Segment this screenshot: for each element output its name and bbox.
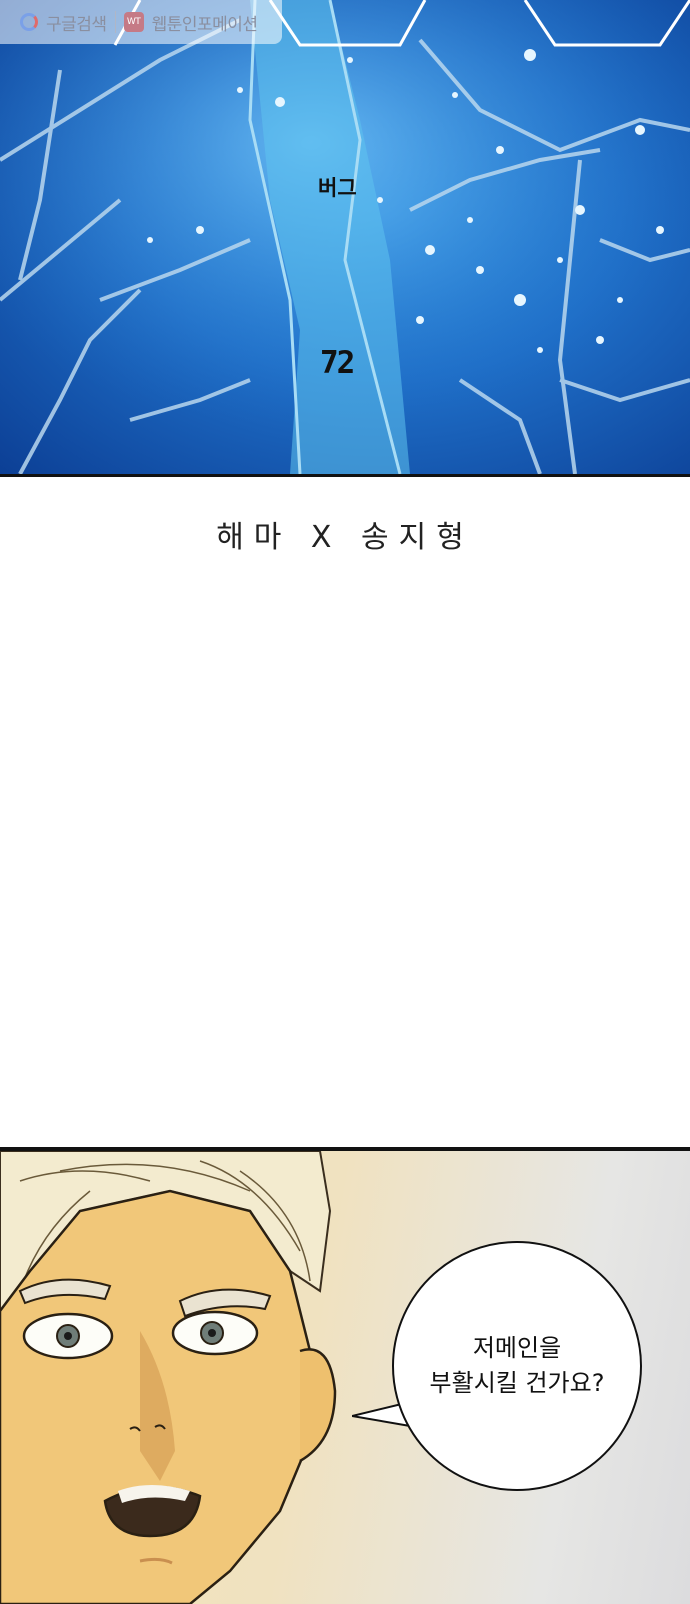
crystal-illustration — [0, 0, 690, 474]
google-icon — [20, 13, 38, 31]
speech-line-2: 부활시킬 건가요? — [429, 1369, 605, 1397]
webtoon-badge-icon: WT — [123, 12, 144, 32]
speech-line-1: 저메인을 — [472, 1334, 562, 1363]
episode-number: 72 — [320, 345, 355, 381]
title-panel: 구글검색 WT 웹툰인포메이션 버그 72 — [0, 0, 690, 477]
google-search-label: 구글검색 — [46, 14, 107, 35]
watermark-divider — [114, 11, 116, 33]
author-credits: 해마 X 송지형 — [216, 520, 474, 555]
watermark-bar: 구글검색 WT 웹툰인포메이션 — [0, 0, 282, 44]
site-name-label: 웹툰인포메이션 — [151, 14, 258, 35]
speech-bubble: 저메인을 부활시킬 건가요? — [392, 1241, 642, 1491]
episode-title: 버그 — [318, 176, 357, 200]
